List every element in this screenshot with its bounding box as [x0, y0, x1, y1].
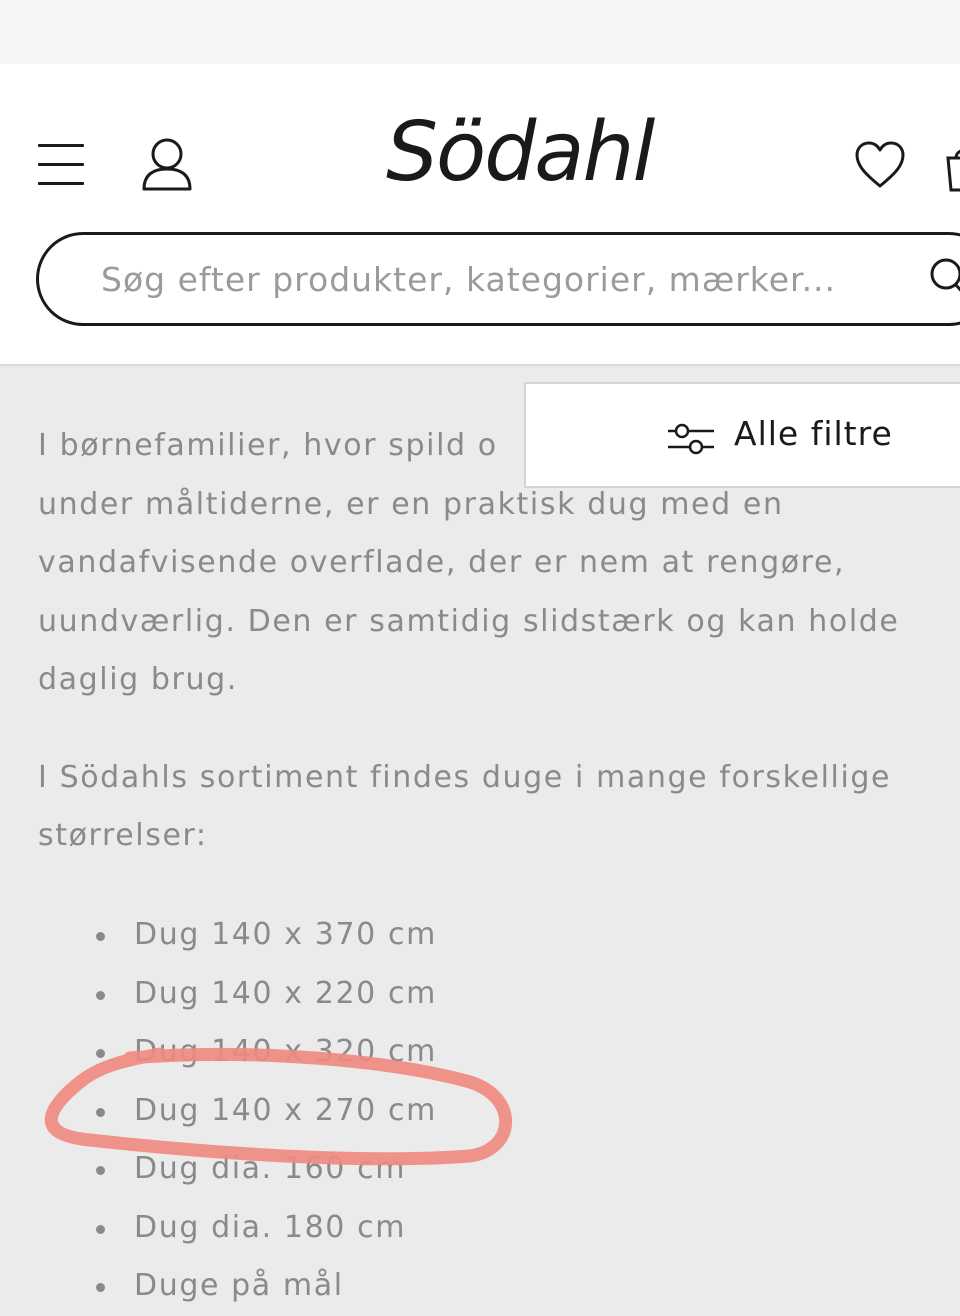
list-item: Dug dia. 180 cm [96, 1199, 437, 1258]
list-item: Duge på mål [96, 1257, 437, 1316]
description-line: størrelser: [38, 818, 208, 853]
search-bar [36, 232, 960, 326]
search-input[interactable] [99, 253, 903, 305]
shopping-bag-icon[interactable] [944, 144, 960, 194]
list-item: Dug dia. 160 cm [96, 1140, 437, 1199]
description-line: vandafvisende overflade, der er nem at r… [38, 545, 846, 580]
status-bar [0, 0, 960, 64]
list-item: Dug 140 x 370 cm [96, 906, 437, 965]
description-line: I Södahls sortiment findes duge i mange … [38, 760, 892, 795]
account-icon[interactable] [140, 136, 194, 192]
list-item: Dug 140 x 270 cm [96, 1082, 437, 1141]
menu-icon[interactable] [38, 140, 84, 188]
heart-icon[interactable] [854, 140, 906, 190]
list-item: Dug 140 x 320 cm [96, 1023, 437, 1082]
search-icon[interactable] [928, 256, 960, 300]
sliders-icon [666, 422, 716, 456]
all-filters-button[interactable]: Alle filtre [524, 382, 960, 488]
size-list: Dug 140 x 370 cm Dug 140 x 220 cm Dug 14… [96, 906, 437, 1316]
description-line: I børnefamilier, hvor spild o [38, 428, 498, 463]
list-item: Dug 140 x 220 cm [96, 965, 437, 1024]
all-filters-label: Alle filtre [734, 414, 893, 453]
description-line: uundværlig. Den er samtidig slidstærk og… [38, 604, 900, 639]
description-line: daglig brug. [38, 662, 238, 697]
site-logo[interactable]: Södahl [386, 108, 666, 198]
